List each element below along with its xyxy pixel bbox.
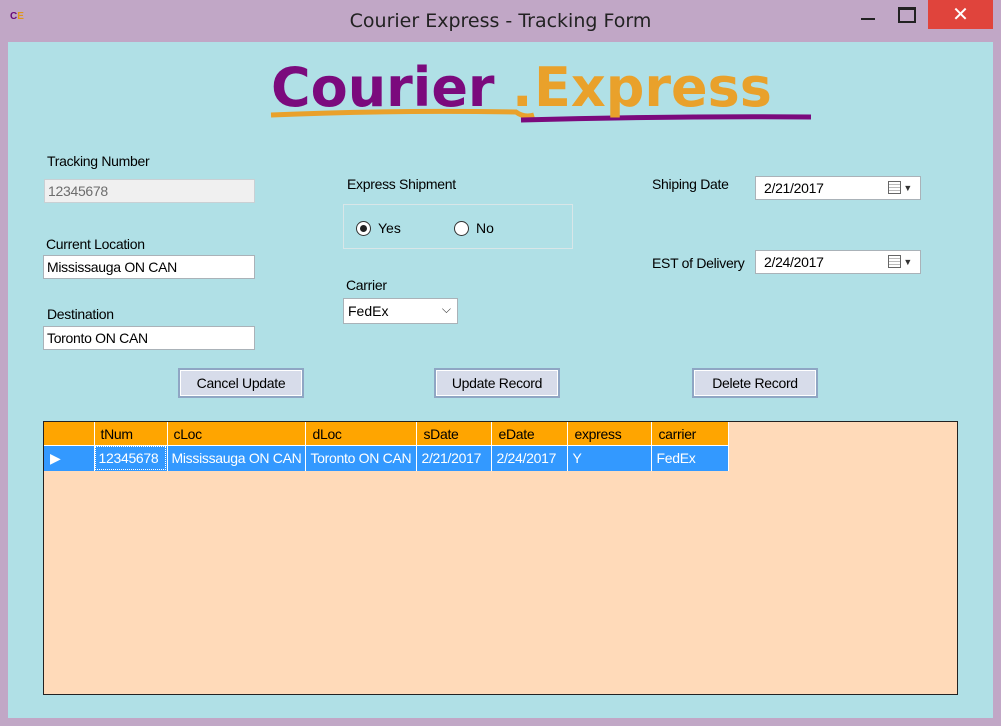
cell-dloc[interactable]: Toronto ON CAN — [305, 445, 418, 471]
records-table: tNum cLoc dLoc sDate eDate express carri… — [44, 422, 730, 471]
delivery-date-picker[interactable]: 2/24/2017 ▼ — [755, 250, 921, 274]
tracking-number-field[interactable]: 12345678 — [44, 179, 255, 203]
express-yes-label: Yes — [378, 220, 401, 236]
row-header-corner — [44, 422, 95, 446]
records-grid[interactable]: tNum cLoc dLoc sDate eDate express carri… — [43, 421, 958, 695]
delivery-date-label: EST of Delivery — [652, 255, 745, 271]
express-yes-radio[interactable]: Yes — [356, 220, 401, 236]
current-location-label: Current Location — [46, 236, 145, 252]
shipping-date-value: 2/21/2017 — [764, 180, 824, 196]
carrier-value: FedEx — [348, 303, 389, 319]
shipping-date-label: Shiping Date — [652, 176, 729, 192]
cancel-update-button[interactable]: Cancel Update — [178, 368, 304, 398]
tracking-number-label: Tracking Number — [47, 153, 150, 169]
shipping-date-picker[interactable]: 2/21/2017 ▼ — [755, 176, 921, 200]
cell-express[interactable]: Y — [567, 445, 653, 471]
minimize-icon[interactable] — [853, 0, 883, 30]
close-icon[interactable]: ✕ — [928, 0, 993, 29]
cell-cloc[interactable]: Mississauga ON CAN — [167, 445, 307, 471]
grid-header-row: tNum cLoc dLoc sDate eDate express carri… — [44, 422, 730, 446]
column-header-sdate[interactable]: sDate — [416, 422, 493, 446]
radio-checked-icon — [356, 220, 371, 236]
logo-text-express: Express — [534, 60, 772, 119]
column-header-express[interactable]: express — [567, 422, 653, 446]
cell-carrier[interactable]: FedEx — [651, 445, 730, 471]
update-record-button[interactable]: Update Record — [434, 368, 560, 398]
express-shipment-group: Yes No — [343, 204, 573, 249]
title-bar[interactable]: CE Courier Express - Tracking Form ✕ — [0, 0, 1001, 42]
express-no-radio[interactable]: No — [454, 220, 494, 236]
cell-tnum[interactable]: 12345678 — [94, 445, 168, 471]
carrier-label: Carrier — [346, 277, 387, 293]
express-shipment-label: Express Shipment — [347, 176, 456, 192]
table-row[interactable]: ▶ 12345678 Mississauga ON CAN Toronto ON… — [44, 445, 730, 471]
current-location-field[interactable]: Mississauga ON CAN — [43, 255, 255, 279]
delivery-date-value: 2/24/2017 — [764, 254, 824, 270]
express-no-label: No — [476, 220, 494, 236]
carrier-select[interactable]: FedEx ⌵ — [343, 298, 458, 324]
destination-field[interactable]: Toronto ON CAN — [43, 326, 255, 350]
radio-unchecked-icon — [454, 220, 469, 236]
column-header-edate[interactable]: eDate — [491, 422, 569, 446]
chevron-down-icon: ⌵ — [441, 302, 451, 316]
column-header-cloc[interactable]: cLoc — [167, 422, 307, 446]
column-header-dloc[interactable]: dLoc — [305, 422, 418, 446]
window-title: Courier Express - Tracking Form — [349, 10, 652, 32]
calendar-icon[interactable]: ▼ — [888, 255, 912, 268]
logo-text-courier: Courier — [271, 60, 495, 119]
destination-label: Destination — [47, 306, 114, 322]
column-header-carrier[interactable]: carrier — [651, 422, 730, 446]
row-selector-icon[interactable]: ▶ — [44, 445, 95, 471]
maximize-icon[interactable] — [892, 0, 922, 30]
delete-record-button[interactable]: Delete Record — [692, 368, 818, 398]
calendar-icon[interactable]: ▼ — [888, 181, 912, 194]
logo-text-dot: . — [512, 60, 533, 119]
column-header-tnum[interactable]: tNum — [94, 422, 168, 446]
cell-sdate[interactable]: 2/21/2017 — [416, 445, 493, 471]
cell-edate[interactable]: 2/24/2017 — [491, 445, 569, 471]
courier-express-logo: Courier . Express — [270, 60, 812, 123]
form-client-area: Courier . Express Tracking Number 123456… — [8, 42, 993, 718]
